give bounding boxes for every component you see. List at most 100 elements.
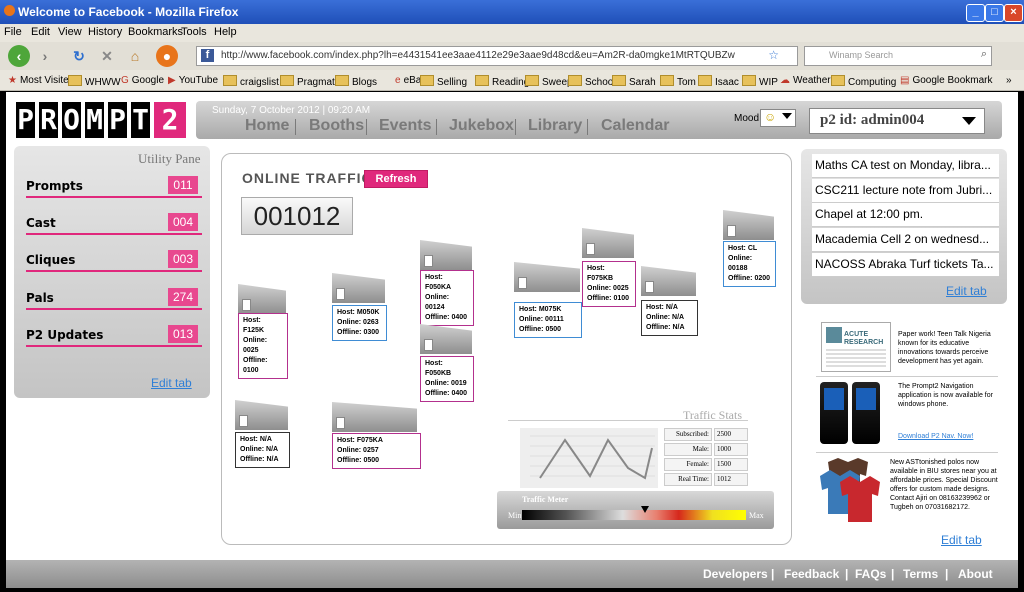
prompt2-logo: PROMPT2 <box>16 102 186 140</box>
traffic-chart <box>520 428 658 488</box>
bookmark-icon: ☁ <box>780 75 790 86</box>
reload-icon[interactable]: ↻ <box>68 45 90 67</box>
booth-card: Host: N/A Online: N/A Offline: N/A <box>641 300 698 336</box>
chevron-down-icon <box>782 113 792 119</box>
booth-online: Online: 0263 <box>337 319 379 326</box>
close-button[interactable]: × <box>1004 4 1023 22</box>
menu-edit[interactable]: Edit <box>31 26 50 38</box>
bookmark-whww[interactable]: WHWW <box>68 75 121 88</box>
mood-select[interactable]: ☺ <box>760 109 796 127</box>
menu-file[interactable]: File <box>4 26 22 38</box>
phone-image <box>852 382 880 444</box>
bookmark-sarah[interactable]: Sarah <box>612 75 656 88</box>
bookmark-google[interactable]: G Google <box>121 75 164 86</box>
address-bar[interactable]: f http://www.facebook.com/index.php?lh=e… <box>196 46 798 66</box>
nav-jukebox[interactable]: Jukebox <box>449 117 514 135</box>
nav-calendar[interactable]: Calendar <box>601 117 669 135</box>
utility-item-p2-updates[interactable]: P2 Updates 013 <box>26 325 202 347</box>
bookmark-school[interactable]: School <box>568 75 616 88</box>
addon-icon[interactable]: ● <box>156 45 178 67</box>
menu-history[interactable]: History <box>88 26 122 38</box>
left-edit-tab-link[interactable]: Edit tab <box>151 376 192 390</box>
bookmark-label: Computing <box>848 77 897 88</box>
acute-research-ad-image[interactable]: ACUTE RESEARCH <box>821 322 891 372</box>
stat-value: 1012 <box>714 473 748 486</box>
news-item[interactable]: Macademia Cell 2 on wednesd... <box>812 228 999 252</box>
nav-booths[interactable]: Booths <box>309 117 364 135</box>
booth-online: Online: 00188 <box>728 255 753 272</box>
url-text: http://www.facebook.com/index.php?lh=e44… <box>221 50 735 61</box>
news-item[interactable]: Chapel at 12:00 pm. <box>812 203 999 227</box>
utility-item-pals[interactable]: Pals 274 <box>26 288 202 310</box>
home-icon[interactable]: ⌂ <box>124 45 146 67</box>
booth-card: Host: F075KA Online: 0257 Offline: 0500 <box>332 433 421 469</box>
bookmark-isaac[interactable]: Isaac <box>698 75 739 88</box>
bookmark-google-bookmark[interactable]: ▤ Google Bookmark <box>900 75 993 86</box>
booth-host: Host: M075K <box>519 306 562 313</box>
bookmark-label: School <box>585 77 616 88</box>
bookmark-icon: G <box>121 75 129 86</box>
footer-sep: | <box>945 567 949 581</box>
bookmark-weather[interactable]: ☁ Weather <box>780 75 831 86</box>
logo-letter: O <box>62 102 81 138</box>
footer-feedback[interactable]: Feedback <box>784 567 839 581</box>
utility-item-cast[interactable]: Cast 004 <box>26 213 202 235</box>
phone-image <box>820 382 848 444</box>
bookmark-blogs[interactable]: Blogs <box>335 75 377 88</box>
folder-icon <box>280 75 294 86</box>
menu-tools[interactable]: Tools <box>181 26 207 38</box>
download-p2-nav-link[interactable]: Download P2 Nav. Now! <box>898 432 973 441</box>
right-edit-tab-link-2[interactable]: Edit tab <box>941 533 982 547</box>
booth-host: Host: CL <box>728 245 758 252</box>
stop-icon[interactable]: ✕ <box>96 45 118 67</box>
nav-events[interactable]: Events <box>379 117 431 135</box>
footer-sep: | <box>771 567 775 581</box>
nav-library[interactable]: Library <box>528 117 582 135</box>
bookmarks-overflow-icon[interactable]: » <box>1006 75 1012 86</box>
folder-icon <box>420 75 434 86</box>
booth-offline: Offline: 0100 <box>587 295 630 302</box>
news-item[interactable]: Maths CA test on Monday, libra... <box>812 154 999 178</box>
menu-bar: File Edit View History Bookmarks Tools H… <box>0 24 1024 42</box>
maximize-button[interactable]: □ <box>985 4 1004 22</box>
forward-icon[interactable]: › <box>34 45 56 67</box>
bookmark-tom[interactable]: Tom <box>660 75 696 88</box>
menu-view[interactable]: View <box>58 26 82 38</box>
utility-item-cliques[interactable]: Cliques 003 <box>26 250 202 272</box>
menu-help[interactable]: Help <box>214 26 237 38</box>
p2id-select[interactable]: p2 id: admin004 <box>809 108 985 134</box>
utility-item-prompts[interactable]: Prompts 011 <box>26 176 202 198</box>
back-icon[interactable]: ‹ <box>8 45 30 67</box>
search-input[interactable]: Winamp Search ⌕ <box>804 46 992 66</box>
bookmark-wip[interactable]: WIP <box>742 75 778 88</box>
logo-letter: R <box>39 102 58 138</box>
search-icon[interactable]: ⌕ <box>981 48 987 61</box>
polo-shirts-image <box>818 458 888 526</box>
bookmark-craigslist[interactable]: craigslist <box>223 75 279 88</box>
bookmark-pragmatic[interactable]: Pragmatic <box>280 75 342 88</box>
bookmark-computing[interactable]: Computing <box>831 75 896 88</box>
right-edit-tab-link[interactable]: Edit tab <box>946 284 987 298</box>
footer-developers[interactable]: Developers <box>703 567 768 581</box>
footer-terms[interactable]: Terms <box>903 567 938 581</box>
bookmark-most-visited[interactable]: ★ Most Visited <box>8 75 74 86</box>
menu-bookmarks[interactable]: Bookmarks <box>128 26 183 38</box>
utility-item-count: 004 <box>168 213 198 231</box>
bookmark-label: Sarah <box>629 77 656 88</box>
folder-icon <box>68 75 82 86</box>
bookmark-star-icon[interactable]: ☆ <box>768 48 779 62</box>
bookmark-youtube[interactable]: ▶ YouTube <box>168 75 218 86</box>
nav-home[interactable]: Home <box>245 117 289 135</box>
news-item[interactable]: CSC211 lecture note from Jubri... <box>812 179 999 203</box>
news-item[interactable]: NACOSS Abraka Turf tickets Ta... <box>812 253 999 277</box>
bookmark-reading[interactable]: Reading <box>475 75 529 88</box>
refresh-button[interactable]: Refresh <box>364 170 428 188</box>
minimize-button[interactable]: _ <box>966 4 985 22</box>
footer-faqs[interactable]: FAQs <box>855 567 886 581</box>
utility-pane-title: Utility Pane <box>138 151 201 166</box>
folder-icon <box>525 75 539 86</box>
window-titlebar: Welcome to Facebook - Mozilla Firefox _ … <box>0 0 1024 24</box>
footer-about[interactable]: About <box>958 567 993 581</box>
bookmark-selling[interactable]: Selling <box>420 75 467 88</box>
booth-door <box>336 417 345 429</box>
